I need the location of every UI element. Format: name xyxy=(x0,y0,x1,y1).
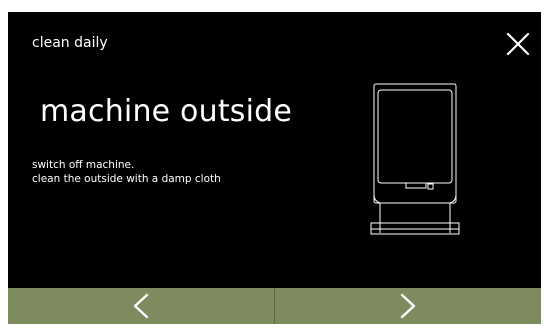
instruction-line-2: clean the outside with a damp cloth xyxy=(32,173,221,185)
navigation-bar xyxy=(8,288,541,324)
close-x-icon xyxy=(506,32,530,56)
previous-button[interactable] xyxy=(8,288,274,324)
close-button[interactable] xyxy=(505,31,531,57)
chevron-left-icon xyxy=(133,293,149,319)
chevron-right-icon xyxy=(400,293,416,319)
machine-illustration xyxy=(370,83,460,241)
section-title: clean daily xyxy=(32,35,108,51)
next-button[interactable] xyxy=(274,288,541,324)
machine-front-outline-icon xyxy=(370,83,460,235)
page-heading: machine outside xyxy=(40,94,293,129)
instructions: switch off machine. clean the outside wi… xyxy=(32,158,221,186)
screen: clean daily machine outside switch off m… xyxy=(8,12,541,324)
instruction-line-1: switch off machine. xyxy=(32,159,135,171)
